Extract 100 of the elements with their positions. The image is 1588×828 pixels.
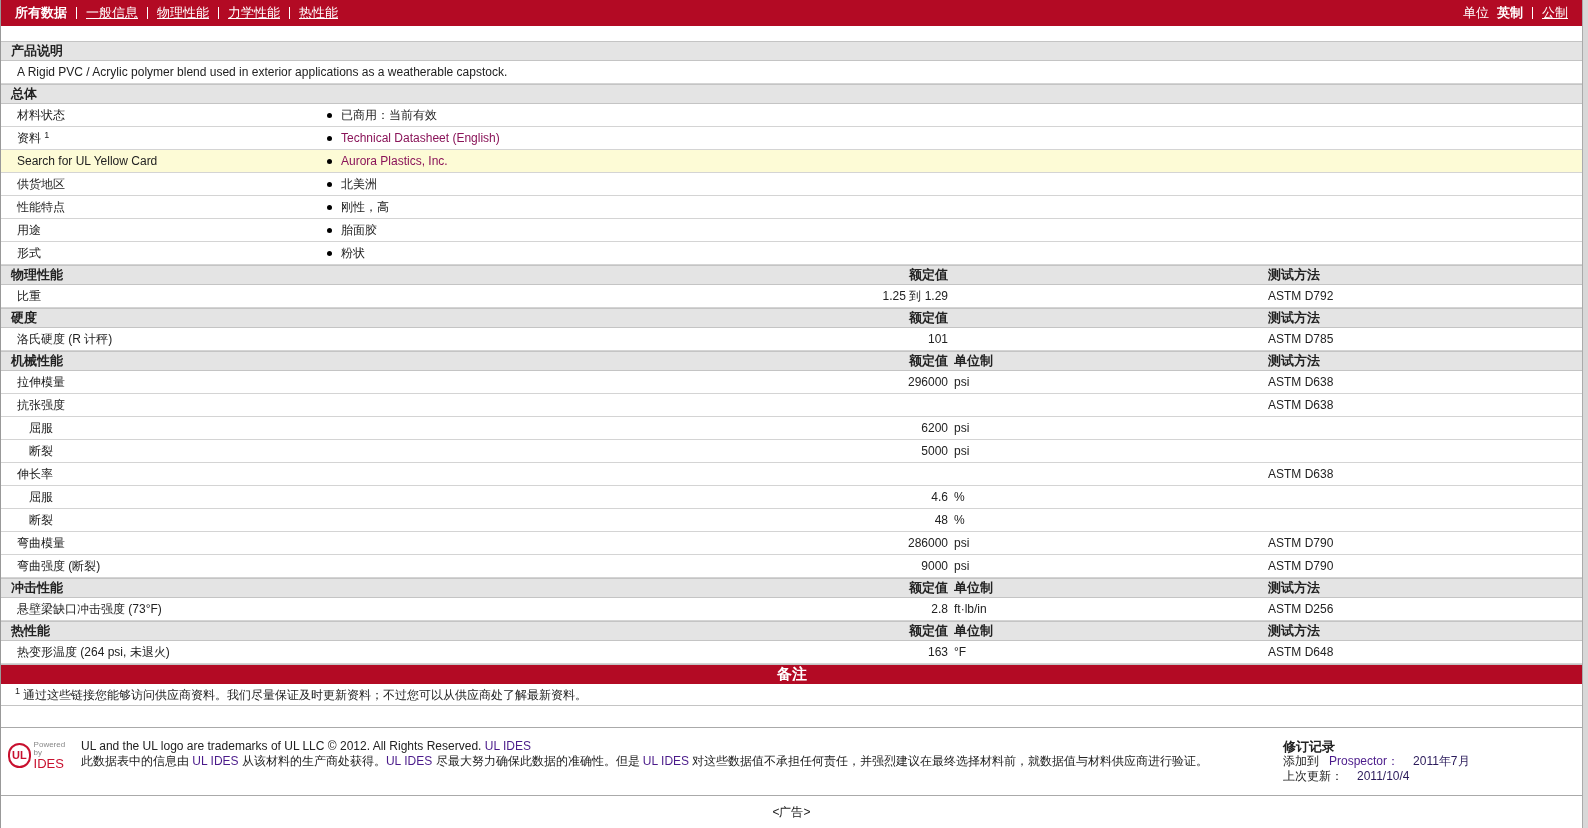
revision-title: 修订记录 [1283, 739, 1336, 754]
property-label: 弯曲模量 [16, 535, 66, 552]
nav-tab[interactable]: 一般信息 [86, 3, 138, 23]
value-link[interactable]: Technical Datasheet (English) [341, 129, 500, 147]
property-value: 9000 [920, 558, 948, 575]
test-method: ASTM D790 [1268, 535, 1334, 552]
column-header: 额定值 [908, 352, 948, 370]
bullet-icon [327, 204, 332, 210]
test-method: ASTM D785 [1268, 331, 1334, 348]
section-title: 硬度 [10, 309, 38, 327]
property-value: 101 [926, 331, 948, 348]
property-value: 北美洲 [341, 176, 377, 193]
test-method: ASTM D792 [1268, 288, 1334, 305]
property-value: 刚性，高 [341, 199, 389, 216]
footnote-text: $^{1}$ 通过这些链接您能够访问供应商资料。我们尽量保证及时更新资料；不过您可以从供应商处了解最新资料。 [14, 685, 588, 704]
unit-option[interactable]: 英制 [1497, 3, 1523, 23]
bullet-icon [327, 112, 332, 118]
bullet-icon [327, 227, 332, 233]
ides-link[interactable]: UL IDES [192, 754, 239, 768]
property-unit: psi [953, 558, 971, 575]
column-header: 测试方法 [1268, 352, 1320, 370]
ides-link[interactable]: UL IDES [385, 754, 433, 768]
test-method: ASTM D638 [1268, 466, 1334, 483]
ides-link[interactable]: UL IDES [642, 754, 690, 768]
column-header: 额定值 [908, 309, 948, 327]
property-label: 用途 [16, 222, 42, 239]
property-label: 材料状态 [16, 107, 66, 124]
property-label: 供货地区 [16, 176, 66, 193]
section-title: 产品说明 [10, 42, 64, 60]
property-label: 伸长率 [16, 466, 54, 483]
bullet-icon [327, 181, 332, 187]
test-method: ASTM D648 [1268, 644, 1334, 661]
property-label: 热变形温度 (264 psi, 未退火) [16, 644, 171, 661]
property-label: Search for UL Yellow Card [16, 153, 159, 170]
property-value: 4.6 [930, 489, 948, 506]
column-header: 测试方法 [1268, 309, 1320, 327]
section-title: 物理性能 [10, 266, 64, 284]
property-label: 屈服 [28, 420, 54, 437]
property-label: 形式 [16, 245, 42, 262]
revision-date: 2011/10/4 [1357, 769, 1410, 784]
property-label: 断裂 [28, 512, 54, 529]
property-label: 弯曲强度 (断裂) [16, 558, 102, 575]
property-unit: psi [953, 443, 971, 460]
test-method: ASTM D256 [1268, 601, 1334, 618]
property-label: 屈服 [28, 489, 54, 506]
section-title: 热性能 [10, 622, 51, 640]
revision-source: Prospector： [1329, 754, 1400, 769]
column-header: 单位制 [953, 622, 994, 640]
property-unit: % [953, 489, 966, 506]
value-link[interactable]: Aurora Plastics, Inc. [341, 152, 448, 170]
property-label: 拉伸模量 [16, 374, 66, 391]
column-header: 单位制 [953, 579, 994, 597]
property-value: 5000 [920, 443, 948, 460]
footer-text: 此数据表中的信息由 UL IDES 从该材料的生产商处获得。UL IDES 尽最大努力确保此数据的准确性。但是 UL IDES 对这些数据值不承担任何责任，并强烈建议在最终选择材料前，就数据值与材料供应商进行验证。 [81, 754, 1210, 769]
property-label: 断裂 [28, 443, 54, 460]
column-header: 单位制 [953, 352, 994, 370]
column-header: 测试方法 [1268, 579, 1320, 597]
nav-tab[interactable]: 热性能 [299, 3, 338, 23]
property-value: 6200 [920, 420, 948, 437]
property-value: 2.8 [930, 601, 948, 618]
bullet-icon [327, 250, 332, 256]
property-label: 洛氏硬度 (R 计秤) [16, 331, 114, 348]
property-value: 296000 [906, 374, 948, 391]
property-label: 比重 [16, 288, 42, 305]
property-value: 1.25 到 1.29 [881, 288, 948, 305]
scrollbar[interactable] [1582, 0, 1588, 828]
property-value: 286000 [906, 535, 948, 552]
ad-label: <广告> [772, 804, 811, 821]
nav-tab[interactable]: 力学性能 [228, 3, 280, 23]
property-value: 胎面胶 [341, 222, 377, 239]
revision-date: 2011年7月 [1413, 754, 1470, 769]
nav-tab[interactable]: 物理性能 [157, 3, 209, 23]
ides-link[interactable]: UL IDES [484, 739, 531, 753]
bullet-icon [327, 135, 332, 141]
nav-tab[interactable]: 所有数据 [15, 3, 67, 23]
property-unit: psi [953, 374, 971, 391]
property-value: 48 [933, 512, 948, 529]
section-title: 总体 [9, 85, 38, 103]
section-title: 冲击性能 [10, 579, 64, 597]
test-method: ASTM D638 [1268, 397, 1334, 414]
property-unit: psi [953, 420, 971, 437]
units-label: 单位 [1463, 4, 1489, 23]
unit-option[interactable]: 公制 [1542, 3, 1568, 23]
column-header: 测试方法 [1268, 622, 1320, 640]
property-label: 资料 $^{1}$ [16, 129, 51, 147]
property-value: 163 [926, 644, 948, 661]
property-unit: ft·lb/in [953, 601, 988, 618]
footer-text: UL and the UL logo are trademarks of UL LLC © 2012. All Rights Reserved. UL IDES [81, 739, 532, 754]
property-label: 性能特点 [16, 199, 66, 216]
property-unit: °F [953, 644, 968, 661]
column-header: 额定值 [908, 622, 948, 640]
notes-title: 备注 [776, 664, 807, 685]
bullet-icon [327, 158, 332, 164]
column-header: 额定值 [908, 579, 948, 597]
property-label: 悬壁梁缺口冲击强度 (73°F) [16, 601, 163, 618]
test-method: ASTM D638 [1268, 374, 1334, 391]
property-label: 抗张强度 [16, 397, 66, 414]
description-text: A Rigid PVC / Acrylic polymer blend used in exterior applications as a weatherable capstock. [16, 64, 508, 81]
column-header: 额定值 [908, 266, 948, 284]
property-value: 已商用：当前有效 [341, 107, 437, 124]
